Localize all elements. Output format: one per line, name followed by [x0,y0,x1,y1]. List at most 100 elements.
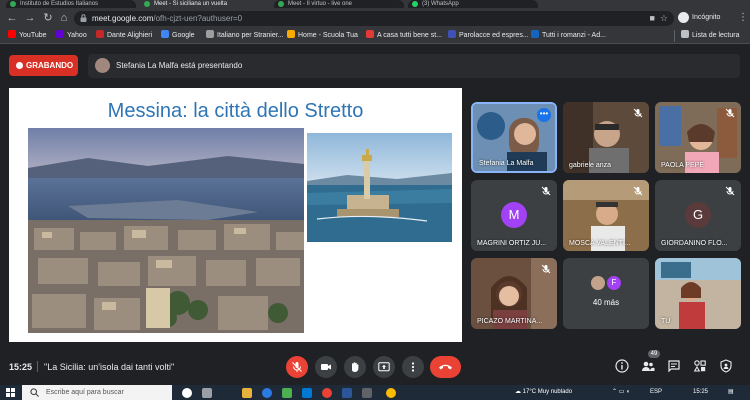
weather-widget[interactable]: ☁ 17°C Muy nublado [515,388,572,397]
windows-taskbar: Escribe aquí para buscar ☁ 17°C Muy nubl… [0,385,750,400]
madonnina-port-photo [307,133,452,242]
chat-icon[interactable] [667,359,681,373]
shared-slide: Messina: la città dello Stretto ©FOTOART… [9,88,462,342]
mic-toggle-button[interactable] [286,356,308,378]
tab-4[interactable]: (3) WhatsApp [408,0,538,8]
weather-text: 17°C Muy nublado [522,389,573,395]
video-camera-icon [321,364,331,370]
taskbar-search-input[interactable]: Escribe aquí para buscar [22,385,172,400]
task-view-icon[interactable] [202,388,212,398]
avatar [591,276,605,290]
activities-icon[interactable] [693,359,707,373]
reload-icon[interactable]: ↻ [42,12,54,24]
bookmark-google[interactable]: Google [161,30,195,42]
tray-icons[interactable]: ⌃ ▭ ◖ [612,388,630,397]
divider [37,361,38,372]
yahoo-icon [56,30,64,38]
chrome-icon[interactable] [322,388,332,398]
participant-tile[interactable]: M MAGRINI ORTIZ JU... [471,180,557,251]
bookmark-italiano[interactable]: Italiano per Stranier... [206,30,284,42]
participant-tile[interactable]: MOSCA VALENTI... [563,180,649,251]
presenting-bar: Stefania La Malfa está presentando [88,54,740,78]
word-icon[interactable] [342,388,352,398]
tab-favicon [412,1,418,7]
leave-call-button[interactable] [430,356,461,378]
bookmark-scuola[interactable]: Home - Scuola Tua [287,30,358,42]
participant-tile[interactable]: gabriele anza [563,102,649,173]
notifications-icon[interactable]: ▤ [728,388,734,397]
url-text: meet.google.com/ofh-cjzt-uen?authuser=0 [92,14,243,23]
bookmark-dante[interactable]: Dante Alighieri [96,30,152,42]
participant-name: MAGRINI ORTIZ JU... [477,240,547,247]
participant-name: MOSCA VALENTI... [569,240,631,247]
romanzi-icon [531,30,539,38]
recording-indicator[interactable]: GRABANDO [9,55,78,76]
bookmark-romanzi[interactable]: Tutti i romanzi - Ad... [531,30,606,42]
more-participants-tile[interactable]: F 40 más [563,258,649,329]
avatar [95,58,110,73]
movie-icon [366,30,374,38]
bookmark-acasa[interactable]: A casa tutti bene st... [366,30,442,42]
youtube-icon [8,30,16,38]
tab-favicon [10,1,16,7]
participant-tile[interactable]: PAOLA PEPE [655,102,741,173]
raise-hand-button[interactable] [344,356,366,378]
page-icon [206,30,214,38]
cortana-icon[interactable] [182,388,192,398]
participant-avatar: G [685,202,711,228]
home-icon[interactable]: ⌂ [58,12,70,24]
mic-off-icon [633,186,643,196]
taskbar-clock[interactable]: 15:25 [693,388,708,397]
participant-name: GIORDANINO FLO... [661,240,728,247]
participant-tile[interactable]: G GIORDANINO FLO... [655,180,741,251]
participant-name: Stefania La Malfa [479,160,534,167]
forward-icon[interactable]: → [24,12,36,24]
bookmark-youtube[interactable]: YouTube [8,30,47,42]
chrome-profile-icon[interactable] [386,388,396,398]
language-indicator[interactable]: ESP [650,388,662,397]
app-icon[interactable] [362,388,372,398]
incognito-indicator[interactable]: Incógnito [678,11,720,25]
windows-start-icon[interactable] [6,388,15,397]
omnibox-icons: ■ ☆ [649,13,668,24]
search-icon [30,388,39,397]
bookmark-parolacce[interactable]: Parolacce ed espres... [448,30,529,42]
record-icon [16,62,23,69]
camera-toggle-button[interactable] [315,356,337,378]
edge-icon[interactable] [262,388,272,398]
camera-icon[interactable]: ■ [649,13,654,23]
present-screen-button[interactable] [373,356,395,378]
tab-2[interactable]: Meet - Si siciliana un vuelta [140,0,270,8]
people-icon[interactable] [641,359,655,373]
store-icon[interactable] [282,388,292,398]
tab-label: Meet - Il virtuo - live one [288,1,353,7]
back-icon[interactable]: ← [6,12,18,24]
browser-menu-icon[interactable]: ⋮ [738,13,748,23]
meeting-name: "La Sicilia: un'isola dai tanti volti" [44,362,175,372]
tab-3[interactable]: Meet - Il virtuo - live one [274,0,404,8]
host-controls-icon[interactable] [719,359,733,373]
star-icon[interactable]: ☆ [660,13,668,23]
screen: Instituto de Estudios Italianos Meet - S… [0,0,750,400]
bookmarks-bar: YouTube Yahoo Dante Alighieri Google Ita… [0,28,750,44]
info-icon[interactable] [615,359,629,373]
participant-tile[interactable]: PICAZO MARTINA... [471,258,557,329]
more-vert-icon [411,362,415,372]
participant-tile[interactable]: ••• Stefania La Malfa [471,102,557,173]
address-bar[interactable]: meet.google.com/ofh-cjzt-uen?authuser=0 … [74,11,674,26]
reading-list[interactable]: Lista de lectura [674,30,739,42]
meet-stage: GRABANDO Stefania La Malfa está presenta… [0,45,750,385]
more-options-icon[interactable]: ••• [537,108,551,122]
mic-off-icon [292,362,302,372]
presenting-text: Stefania La Malfa está presentando [116,61,243,70]
self-tile[interactable]: TU [655,258,741,329]
more-options-button[interactable] [402,356,424,378]
bookmark-yahoo[interactable]: Yahoo [56,30,87,42]
search-placeholder: Escribe aquí para buscar [46,389,124,396]
mic-off-icon [725,186,735,196]
tab-1[interactable]: Instituto de Estudios Italianos [6,0,136,8]
recording-label: GRABANDO [26,61,74,70]
file-explorer-icon[interactable] [242,388,252,398]
reading-list-icon [681,30,689,38]
mail-icon[interactable] [302,388,312,398]
